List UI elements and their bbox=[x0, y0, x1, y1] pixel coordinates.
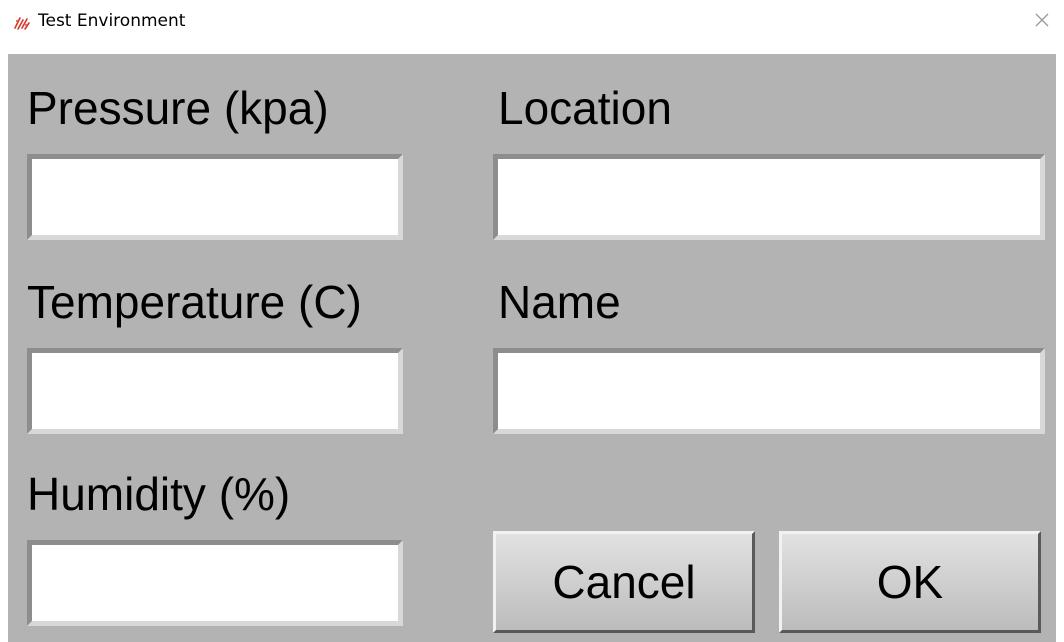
humidity-label: Humidity (%) bbox=[27, 468, 291, 520]
close-icon bbox=[1035, 13, 1049, 27]
humidity-input[interactable] bbox=[27, 540, 403, 626]
location-label: Location bbox=[498, 82, 672, 134]
dialog-window: Test Environment Pressure (kpa) Temperat… bbox=[0, 0, 1064, 642]
form-panel: Pressure (kpa) Temperature (C) Humidity … bbox=[8, 54, 1056, 642]
location-input[interactable] bbox=[493, 154, 1045, 240]
name-label: Name bbox=[498, 276, 621, 328]
ok-button[interactable]: OK bbox=[779, 531, 1041, 633]
title-bar[interactable]: Test Environment bbox=[0, 0, 1064, 46]
app-logo-icon bbox=[12, 12, 32, 32]
close-button[interactable] bbox=[1018, 0, 1064, 46]
cancel-button[interactable]: Cancel bbox=[493, 531, 755, 633]
temperature-label: Temperature (C) bbox=[27, 276, 362, 328]
window-title: Test Environment bbox=[38, 11, 186, 31]
name-input[interactable] bbox=[493, 348, 1045, 434]
pressure-label: Pressure (kpa) bbox=[27, 82, 329, 134]
pressure-input[interactable] bbox=[27, 154, 403, 240]
temperature-input[interactable] bbox=[27, 348, 403, 434]
